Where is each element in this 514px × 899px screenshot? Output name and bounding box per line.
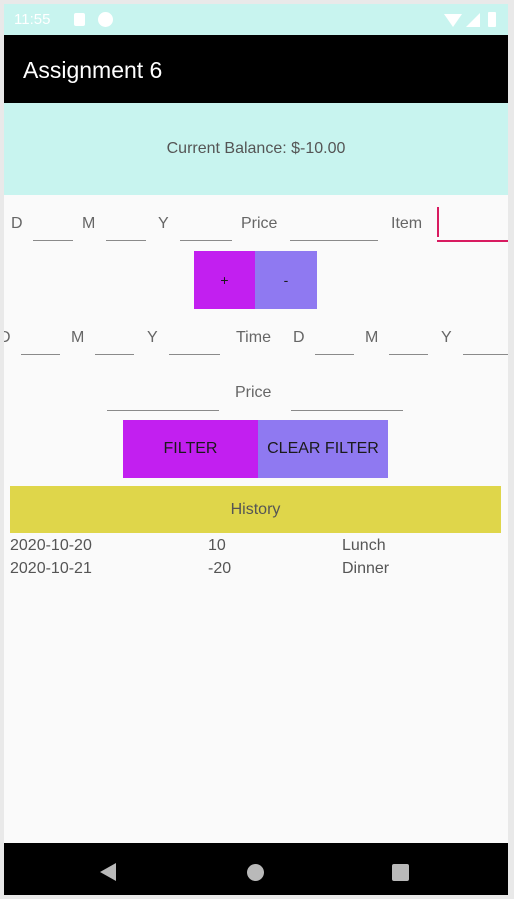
sd-card-icon bbox=[74, 13, 85, 26]
signal-icon bbox=[466, 13, 480, 27]
history-row: 2020-10-20 10 Lunch bbox=[4, 537, 508, 559]
text-cursor bbox=[437, 207, 439, 237]
filter-to-month-label: M bbox=[365, 329, 379, 346]
history-amount: 10 bbox=[208, 537, 226, 554]
filter-time-label: Time bbox=[236, 329, 271, 346]
filter-button[interactable]: FILTER bbox=[123, 420, 258, 478]
app-bar: Assignment 6 bbox=[4, 35, 508, 103]
status-time: 11:55 bbox=[14, 11, 51, 28]
history-date: 2020-10-21 bbox=[10, 560, 92, 577]
recents-icon[interactable] bbox=[392, 864, 409, 881]
filter-from-month-label: M bbox=[71, 329, 85, 346]
entry-price-label: Price bbox=[241, 215, 278, 232]
entry-year-field[interactable] bbox=[180, 220, 232, 241]
entry-day-field[interactable] bbox=[33, 220, 73, 241]
entry-month-label: M bbox=[82, 215, 96, 232]
filter-from-month-field[interactable] bbox=[95, 334, 134, 355]
home-icon[interactable] bbox=[247, 864, 264, 881]
entry-item-label: Item bbox=[391, 215, 423, 232]
play-protect-icon bbox=[98, 12, 113, 27]
wifi-icon bbox=[444, 14, 462, 27]
navigation-bar bbox=[4, 843, 508, 895]
history-row: 2020-10-21 -20 Dinner bbox=[4, 560, 508, 582]
entry-year-label: Y bbox=[158, 215, 169, 232]
filter-from-year-label: Y bbox=[147, 329, 158, 346]
filter-from-day-field[interactable] bbox=[21, 334, 60, 355]
history-item: Lunch bbox=[342, 537, 386, 554]
back-icon[interactable] bbox=[100, 863, 116, 881]
history-amount: -20 bbox=[208, 560, 232, 577]
subtract-button[interactable]: - bbox=[255, 251, 317, 309]
history-title: History bbox=[230, 500, 281, 518]
current-balance-text: Current Balance: $-10.00 bbox=[166, 140, 346, 157]
filter-price-max-field[interactable] bbox=[291, 390, 403, 411]
filter-to-year-label: Y bbox=[441, 329, 452, 346]
entry-month-field[interactable] bbox=[106, 220, 146, 241]
filter-to-day-field[interactable] bbox=[315, 334, 354, 355]
entry-item-field[interactable] bbox=[437, 220, 508, 242]
status-bar: 11:55 bbox=[4, 4, 508, 35]
filter-price-min-field[interactable] bbox=[107, 390, 219, 411]
filter-from-year-field[interactable] bbox=[169, 334, 220, 355]
filter-price-label: Price bbox=[235, 384, 272, 401]
phone-screen: 11:55 Assignment 6 Current Balance: $-10… bbox=[4, 4, 508, 895]
filter-to-day-label: D bbox=[293, 329, 305, 346]
filter-from-day-label: D bbox=[4, 329, 11, 346]
history-item: Dinner bbox=[342, 560, 390, 577]
history-date: 2020-10-20 bbox=[10, 537, 92, 554]
battery-icon bbox=[488, 12, 496, 27]
current-balance-banner: Current Balance: $-10.00 bbox=[4, 103, 508, 195]
entry-day-label: D bbox=[11, 215, 23, 232]
clear-filter-button[interactable]: CLEAR FILTER bbox=[258, 420, 388, 478]
app-title: Assignment 6 bbox=[23, 57, 163, 83]
entry-price-field[interactable] bbox=[290, 220, 378, 241]
filter-to-year-field[interactable] bbox=[463, 334, 508, 355]
add-button[interactable]: + bbox=[194, 251, 255, 309]
history-header: History bbox=[10, 486, 501, 533]
filter-to-month-field[interactable] bbox=[389, 334, 428, 355]
